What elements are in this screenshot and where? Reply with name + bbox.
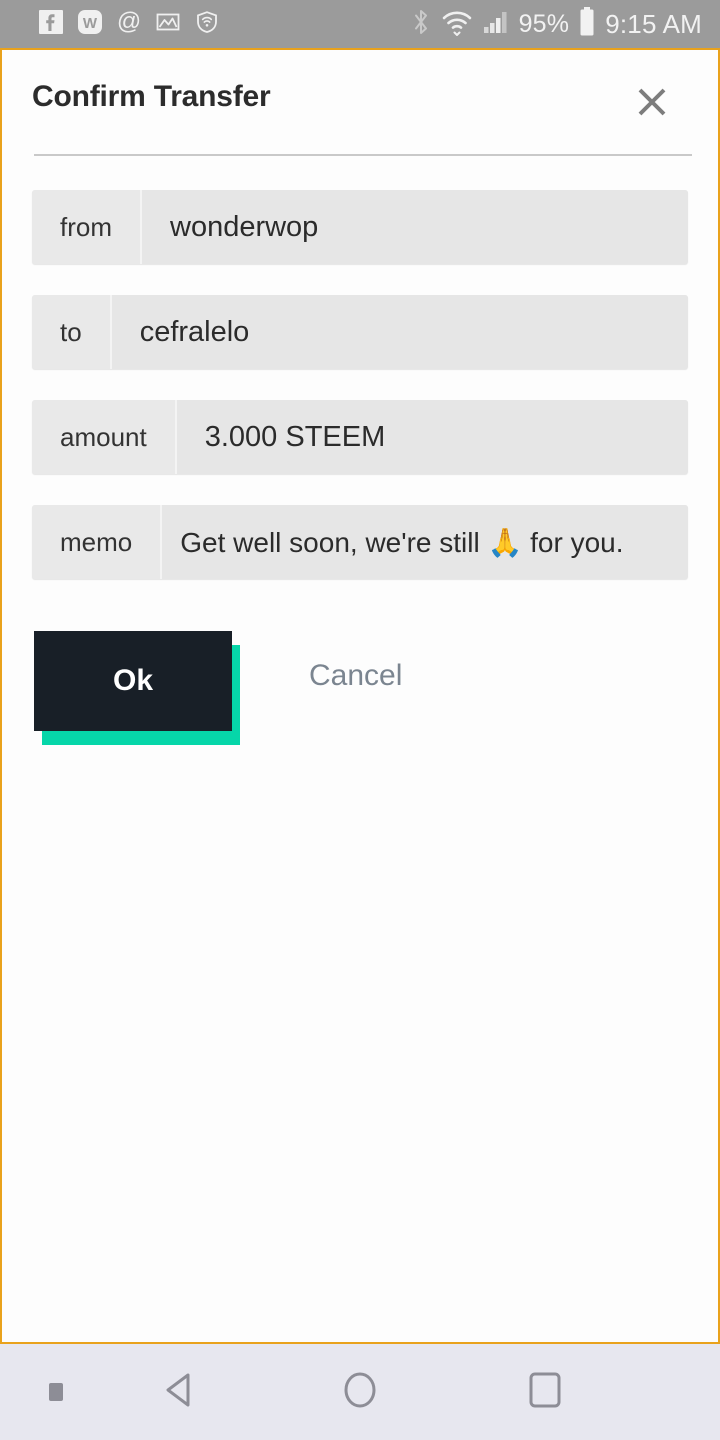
field-label-memo: memo (32, 505, 163, 579)
field-label-amount: amount (32, 400, 177, 474)
close-icon (635, 85, 669, 119)
phone-screen: W @ 95% 9:15 AM Confirm Transfer from wo… (0, 0, 720, 1440)
dialog-header: Confirm Transfer (32, 50, 688, 128)
field-value-to: cefralelo (111, 295, 688, 369)
android-navigation-bar (0, 1344, 720, 1440)
vpn-shield-icon (194, 9, 220, 40)
nav-back-icon (157, 1367, 203, 1418)
nav-indicator-dot-shape (49, 1383, 63, 1401)
status-bar-notification-icons: W @ (38, 8, 220, 40)
status-bar-system-icons: 95% 9:15 AM (410, 6, 702, 43)
gallery-image-icon (155, 9, 181, 40)
dialog-actions: Ok Cancel (32, 631, 688, 745)
battery-icon (578, 6, 596, 43)
field-label-to: to (32, 295, 112, 369)
app-content-area: Confirm Transfer from wonderwop to cefra… (0, 48, 720, 1344)
ok-button-wrapper: Ok (34, 631, 240, 745)
field-row-memo: memo Get well soon, we're still 🙏 for yo… (32, 505, 688, 579)
facebook-icon (38, 9, 64, 40)
field-label-from: from (32, 190, 142, 264)
cancel-button[interactable]: Cancel (309, 659, 402, 693)
nav-back-button[interactable] (140, 1352, 220, 1432)
wifi-icon (441, 8, 473, 41)
field-row-from: from wonderwop (32, 190, 688, 264)
field-value-from: wonderwop (142, 190, 688, 264)
transfer-details-list: from wonderwop to cefralelo amount 3.000… (32, 190, 688, 579)
clock-label: 9:15 AM (605, 9, 702, 39)
page-title: Confirm Transfer (32, 80, 271, 113)
status-bar: W @ 95% 9:15 AM (0, 0, 720, 48)
nav-recents-icon (522, 1367, 568, 1418)
field-value-amount: 3.000 STEEM (176, 400, 688, 474)
confirm-transfer-dialog: Confirm Transfer from wonderwop to cefra… (2, 50, 718, 745)
nav-recents-button[interactable] (505, 1352, 585, 1432)
ok-button[interactable]: Ok (34, 631, 232, 731)
svg-text:@: @ (117, 9, 141, 35)
wordpress-icon: W (77, 9, 103, 40)
nav-home-icon (337, 1367, 383, 1418)
field-row-to: to cefralelo (32, 295, 688, 369)
field-value-memo: Get well soon, we're still 🙏 for you. (162, 505, 688, 579)
header-divider (34, 154, 692, 156)
bluetooth-icon (410, 7, 432, 42)
nav-indicator-dot[interactable] (36, 1372, 76, 1412)
svg-text:W: W (83, 15, 98, 32)
field-row-amount: amount 3.000 STEEM (32, 400, 688, 474)
close-button[interactable] (630, 80, 674, 124)
battery-percent-label: 95% (518, 9, 570, 38)
nav-home-button[interactable] (320, 1352, 400, 1432)
cellular-signal-icon (482, 9, 510, 40)
email-at-icon: @ (116, 8, 142, 40)
